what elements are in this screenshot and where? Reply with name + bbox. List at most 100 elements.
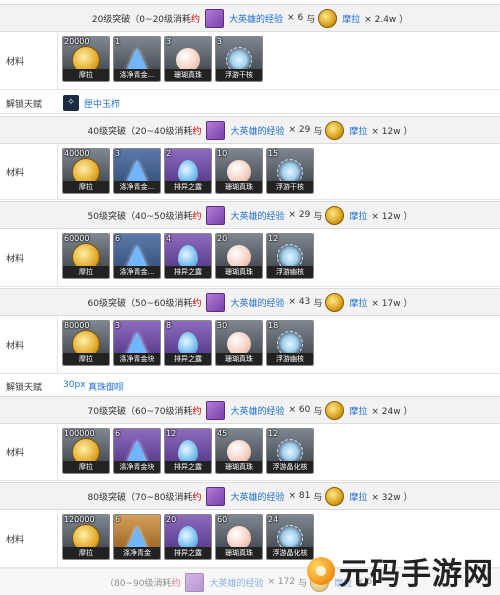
material-item[interactable]: 20000 摩拉 [62, 36, 110, 82]
item-list: 40000 摩拉 3 涤净青金... 2 排异之露 10 珊瑚真珠 15 浮游干核 [62, 148, 314, 194]
material-count: 18 [268, 321, 279, 330]
ascension-table: 20级突破（0~20级消耗 约 大英雄的经验 × 6 与 摩拉 × 2.4w ）… [0, 0, 500, 595]
material-name: 摩拉 [63, 353, 109, 365]
exp-name[interactable]: 大英雄的经验 [230, 296, 284, 309]
tier-title: 60级突破（50~60级消耗 [87, 298, 193, 309]
material-name: 摩拉 [63, 547, 109, 559]
material-name: 涤净青金 [114, 547, 160, 559]
material-item[interactable]: 6 涤净青金块 [113, 428, 161, 474]
material-item[interactable]: 3 涤净青金... [113, 148, 161, 194]
material-name: 涤净青金... [114, 181, 160, 193]
material-count: 80000 [64, 321, 90, 330]
material-item[interactable]: 100000 摩拉 [62, 428, 110, 474]
material-count: 60000 [64, 234, 90, 243]
and-word: 与 [313, 211, 323, 222]
mora-multiplier: × 24w ） [371, 406, 413, 417]
material-item[interactable]: 45 珊瑚真珠 [215, 428, 263, 474]
material-item[interactable]: 15 浮游干核 [266, 148, 314, 194]
material-item[interactable]: 120000 摩拉 [62, 514, 110, 560]
tier-title: 80级突破（70~80级消耗 [87, 492, 193, 503]
materials-label: 材料 [6, 448, 25, 459]
material-name: 浮游干核 [216, 69, 262, 81]
exp-name[interactable]: 大英雄的经验 [209, 576, 263, 589]
material-count: 3 [217, 37, 223, 46]
exp-name[interactable]: 大英雄的经验 [230, 404, 284, 417]
material-count: 6 [115, 429, 121, 438]
tier-cost-word: 约 [192, 492, 202, 503]
material-item[interactable]: 60000 摩拉 [62, 233, 110, 279]
materials-row-60: 材料 80000 摩拉 3 涤净青金块 8 排异之露 30 珊瑚真珠 18 浮游幽核 [0, 316, 500, 374]
material-count: 12 [166, 429, 177, 438]
item-list: 120000 摩拉 6 涤净青金 20 排异之露 60 珊瑚真珠 24 浮游晶化核 [62, 514, 314, 560]
material-name: 珊瑚真珠 [216, 461, 262, 473]
material-item[interactable]: 30 珊瑚真珠 [215, 320, 263, 366]
material-item[interactable]: 1 涤净青金... [113, 36, 161, 82]
mora-name[interactable]: 摩拉 [349, 209, 367, 222]
exp-name[interactable]: 大英雄的经验 [230, 490, 284, 503]
material-item[interactable]: 12 浮游幽核 [266, 233, 314, 279]
material-name: 珊瑚真珠 [216, 266, 262, 278]
material-item[interactable]: 40000 摩拉 [62, 148, 110, 194]
materials-label: 材料 [6, 341, 25, 351]
mora-name[interactable]: 摩拉 [349, 404, 367, 417]
material-item[interactable]: 12 浮游晶化核 [266, 428, 314, 474]
mora-multiplier: × 17w ） [371, 298, 413, 309]
material-count: 12 [268, 234, 279, 243]
mora-name[interactable]: 摩拉 [349, 490, 367, 503]
material-count: 15 [268, 149, 279, 158]
watermark-logo-icon [307, 557, 335, 585]
tier-title: 20级突破（0~20级消耗 [91, 14, 192, 25]
materials-label: 材料 [6, 168, 25, 178]
material-item[interactable]: 6 涤净青金 [113, 514, 161, 560]
material-name: 涤净青金... [114, 266, 160, 278]
exp-multiplier: × 60 [288, 405, 311, 415]
material-name: 浮游干核 [267, 181, 313, 193]
material-name: 珊瑚真珠 [165, 69, 211, 81]
material-item[interactable]: 6 涤净青金... [113, 233, 161, 279]
material-count: 3 [115, 321, 121, 330]
unlock-talent-link[interactable]: 真珠御呗 [88, 380, 124, 393]
talent-icon: ✧ [63, 95, 79, 111]
material-count: 3 [115, 149, 121, 158]
unlock-row-1: 解锁天赋 ✧ 匣中玉栉 [0, 92, 500, 114]
material-item[interactable]: 60 珊瑚真珠 [215, 514, 263, 560]
exp-name[interactable]: 大英雄的经验 [229, 12, 283, 25]
material-item[interactable]: 80000 摩拉 [62, 320, 110, 366]
mora-name[interactable]: 摩拉 [342, 12, 360, 25]
exp-multiplier: × 43 [288, 297, 311, 307]
material-item[interactable]: 12 排异之露 [164, 428, 212, 474]
material-item[interactable]: 4 排异之露 [164, 233, 212, 279]
mora-name[interactable]: 摩拉 [349, 124, 367, 137]
material-count: 3 [166, 37, 172, 46]
site-watermark: 元码手游网 [307, 549, 494, 593]
divider [57, 510, 58, 567]
material-item[interactable]: 2 排异之露 [164, 148, 212, 194]
material-item[interactable]: 3 涤净青金块 [113, 320, 161, 366]
unlock-row-2: 解锁天赋 30px 真珠御呗 [0, 375, 500, 397]
material-count: 4 [166, 234, 172, 243]
material-name: 涤净青金块 [114, 353, 160, 365]
material-item[interactable]: 3 浮游干核 [215, 36, 263, 82]
material-count: 12 [268, 429, 279, 438]
material-item[interactable]: 20 珊瑚真珠 [215, 233, 263, 279]
hero-exp-icon [206, 486, 226, 506]
exp-multiplier: × 29 [288, 210, 311, 220]
material-item[interactable]: 20 排异之露 [164, 514, 212, 560]
mora-multiplier: × 12w ） [371, 126, 413, 137]
material-item[interactable]: 18 浮游幽核 [266, 320, 314, 366]
material-name: 珊瑚真珠 [216, 547, 262, 559]
material-item[interactable]: 10 珊瑚真珠 [215, 148, 263, 194]
unlock-talent-link[interactable]: 匣中玉栉 [84, 97, 120, 110]
item-list: 60000 摩拉 6 涤净青金... 4 排异之露 20 珊瑚真珠 12 浮游幽核 [62, 233, 314, 279]
mora-name[interactable]: 摩拉 [349, 296, 367, 309]
and-word: 与 [313, 406, 323, 417]
mora-icon [325, 486, 345, 506]
material-item[interactable]: 3 珊瑚真珠 [164, 36, 212, 82]
exp-multiplier: × 81 [288, 491, 311, 501]
exp-name[interactable]: 大英雄的经验 [230, 124, 284, 137]
exp-name[interactable]: 大英雄的经验 [230, 209, 284, 222]
material-item[interactable]: 8 排异之露 [164, 320, 212, 366]
material-count: 10 [217, 149, 228, 158]
tier-title: 50级突破（40~50级消耗 [87, 211, 193, 222]
material-count: 100000 [64, 429, 95, 438]
